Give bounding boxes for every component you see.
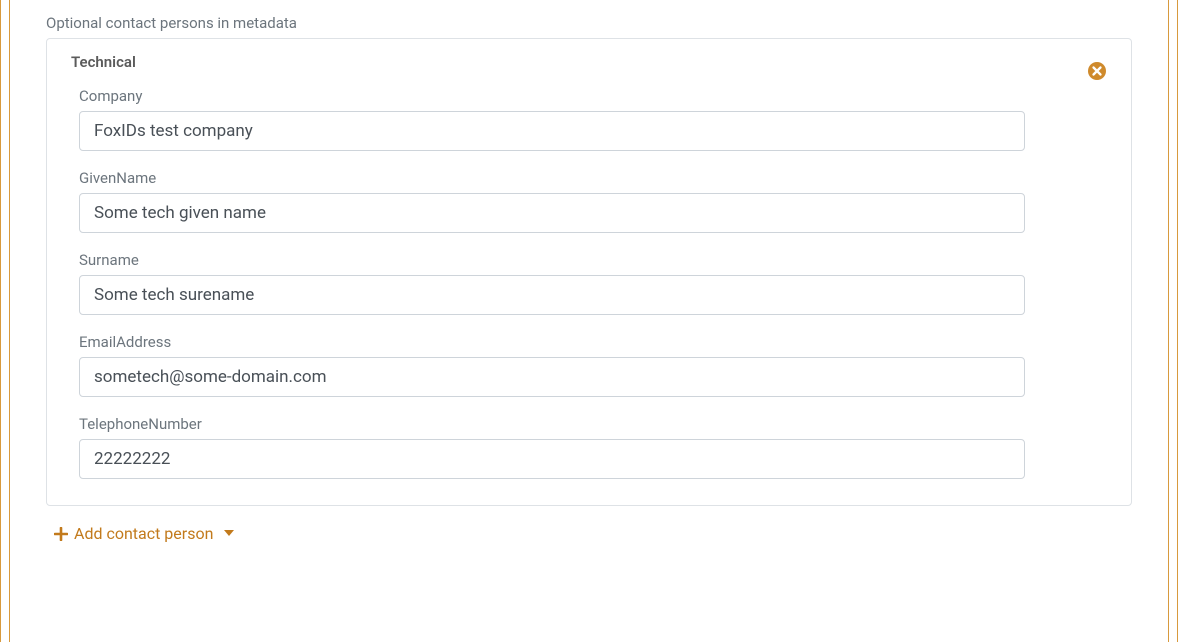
email-group: EmailAddress	[71, 333, 1033, 397]
inner-frame: Optional contact persons in metadata Tec…	[9, 0, 1169, 642]
email-label: EmailAddress	[79, 333, 1025, 351]
surname-input[interactable]	[79, 275, 1025, 315]
phone-group: TelephoneNumber	[71, 415, 1033, 479]
surname-group: Surname	[71, 251, 1033, 315]
company-input[interactable]	[79, 111, 1025, 151]
givenname-group: GivenName	[71, 169, 1033, 233]
email-input[interactable]	[79, 357, 1025, 397]
add-contact-label: Add contact person	[74, 524, 213, 543]
remove-contact-button[interactable]	[1087, 61, 1107, 81]
surname-label: Surname	[79, 251, 1025, 269]
company-label: Company	[79, 87, 1025, 105]
contact-type-label: Technical	[71, 53, 1107, 71]
close-icon	[1087, 61, 1107, 81]
caret-down-icon	[219, 529, 235, 538]
company-group: Company	[71, 87, 1033, 151]
add-contact-button[interactable]: Add contact person	[46, 524, 1132, 543]
givenname-label: GivenName	[79, 169, 1025, 187]
givenname-input[interactable]	[79, 193, 1025, 233]
contact-panel: Technical Company GivenName	[46, 38, 1132, 506]
plus-icon	[54, 527, 68, 541]
phone-label: TelephoneNumber	[79, 415, 1025, 433]
section-title: Optional contact persons in metadata	[46, 0, 1132, 32]
phone-input[interactable]	[79, 439, 1025, 479]
fields-wrap: Company GivenName Surname EmailAddress T	[71, 87, 1107, 479]
outer-frame: Optional contact persons in metadata Tec…	[0, 0, 1178, 642]
